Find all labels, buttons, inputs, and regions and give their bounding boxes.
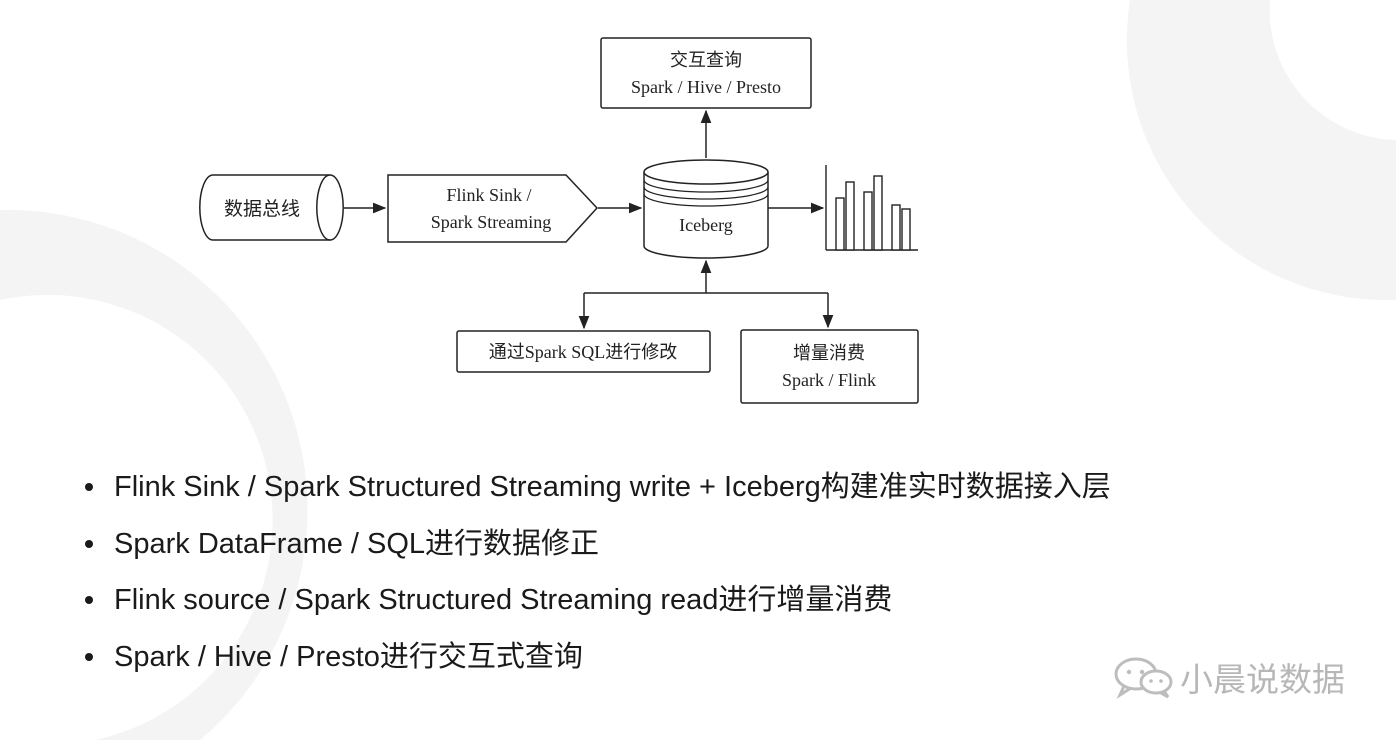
watermark-text: 小晨说数据 <box>1180 660 1345 699</box>
interactive-query-node: 交互查询 Spark / Hive / Presto <box>600 37 812 109</box>
ingest-label-line2: Spark Streaming <box>431 212 551 232</box>
incremental-label-line1: 增量消费 <box>793 343 865 363</box>
bullet-item: Flink Sink / Spark Structured Streaming … <box>82 462 1111 519</box>
watermark: 小晨说数据 <box>1112 653 1345 701</box>
bar-chart-icon <box>825 165 918 251</box>
architecture-diagram: 数据总线 Flink Sink / Spark Streaming Iceber… <box>199 37 919 404</box>
iceberg-label: Iceberg <box>679 215 733 235</box>
wechat-icon <box>1114 657 1173 699</box>
bullet-item: Spark / Hive / Presto进行交互式查询 <box>82 632 1111 689</box>
bullet-list: Flink Sink / Spark Structured Streaming … <box>82 462 1111 688</box>
ingest-node: Flink Sink / Spark Streaming <box>387 174 599 243</box>
bullet-item: Spark DataFrame / SQL进行数据修正 <box>82 519 1111 576</box>
iceberg-node: Iceberg <box>643 159 769 259</box>
data-bus-label: 数据总线 <box>224 198 300 220</box>
query-label-line2: Spark / Hive / Presto <box>631 77 781 97</box>
incremental-label-line2: Spark / Flink <box>782 370 876 390</box>
data-bus-node: 数据总线 <box>199 174 344 241</box>
sql-modify-label: 通过Spark SQL进行修改 <box>489 342 678 362</box>
bullet-item: Flink source / Spark Structured Streamin… <box>82 575 1111 632</box>
sql-modify-node: 通过Spark SQL进行修改 <box>456 330 711 373</box>
query-label-line1: 交互查询 <box>670 50 742 70</box>
ingest-label-line1: Flink Sink / <box>446 185 531 205</box>
incremental-consume-node: 增量消费 Spark / Flink <box>740 329 919 404</box>
